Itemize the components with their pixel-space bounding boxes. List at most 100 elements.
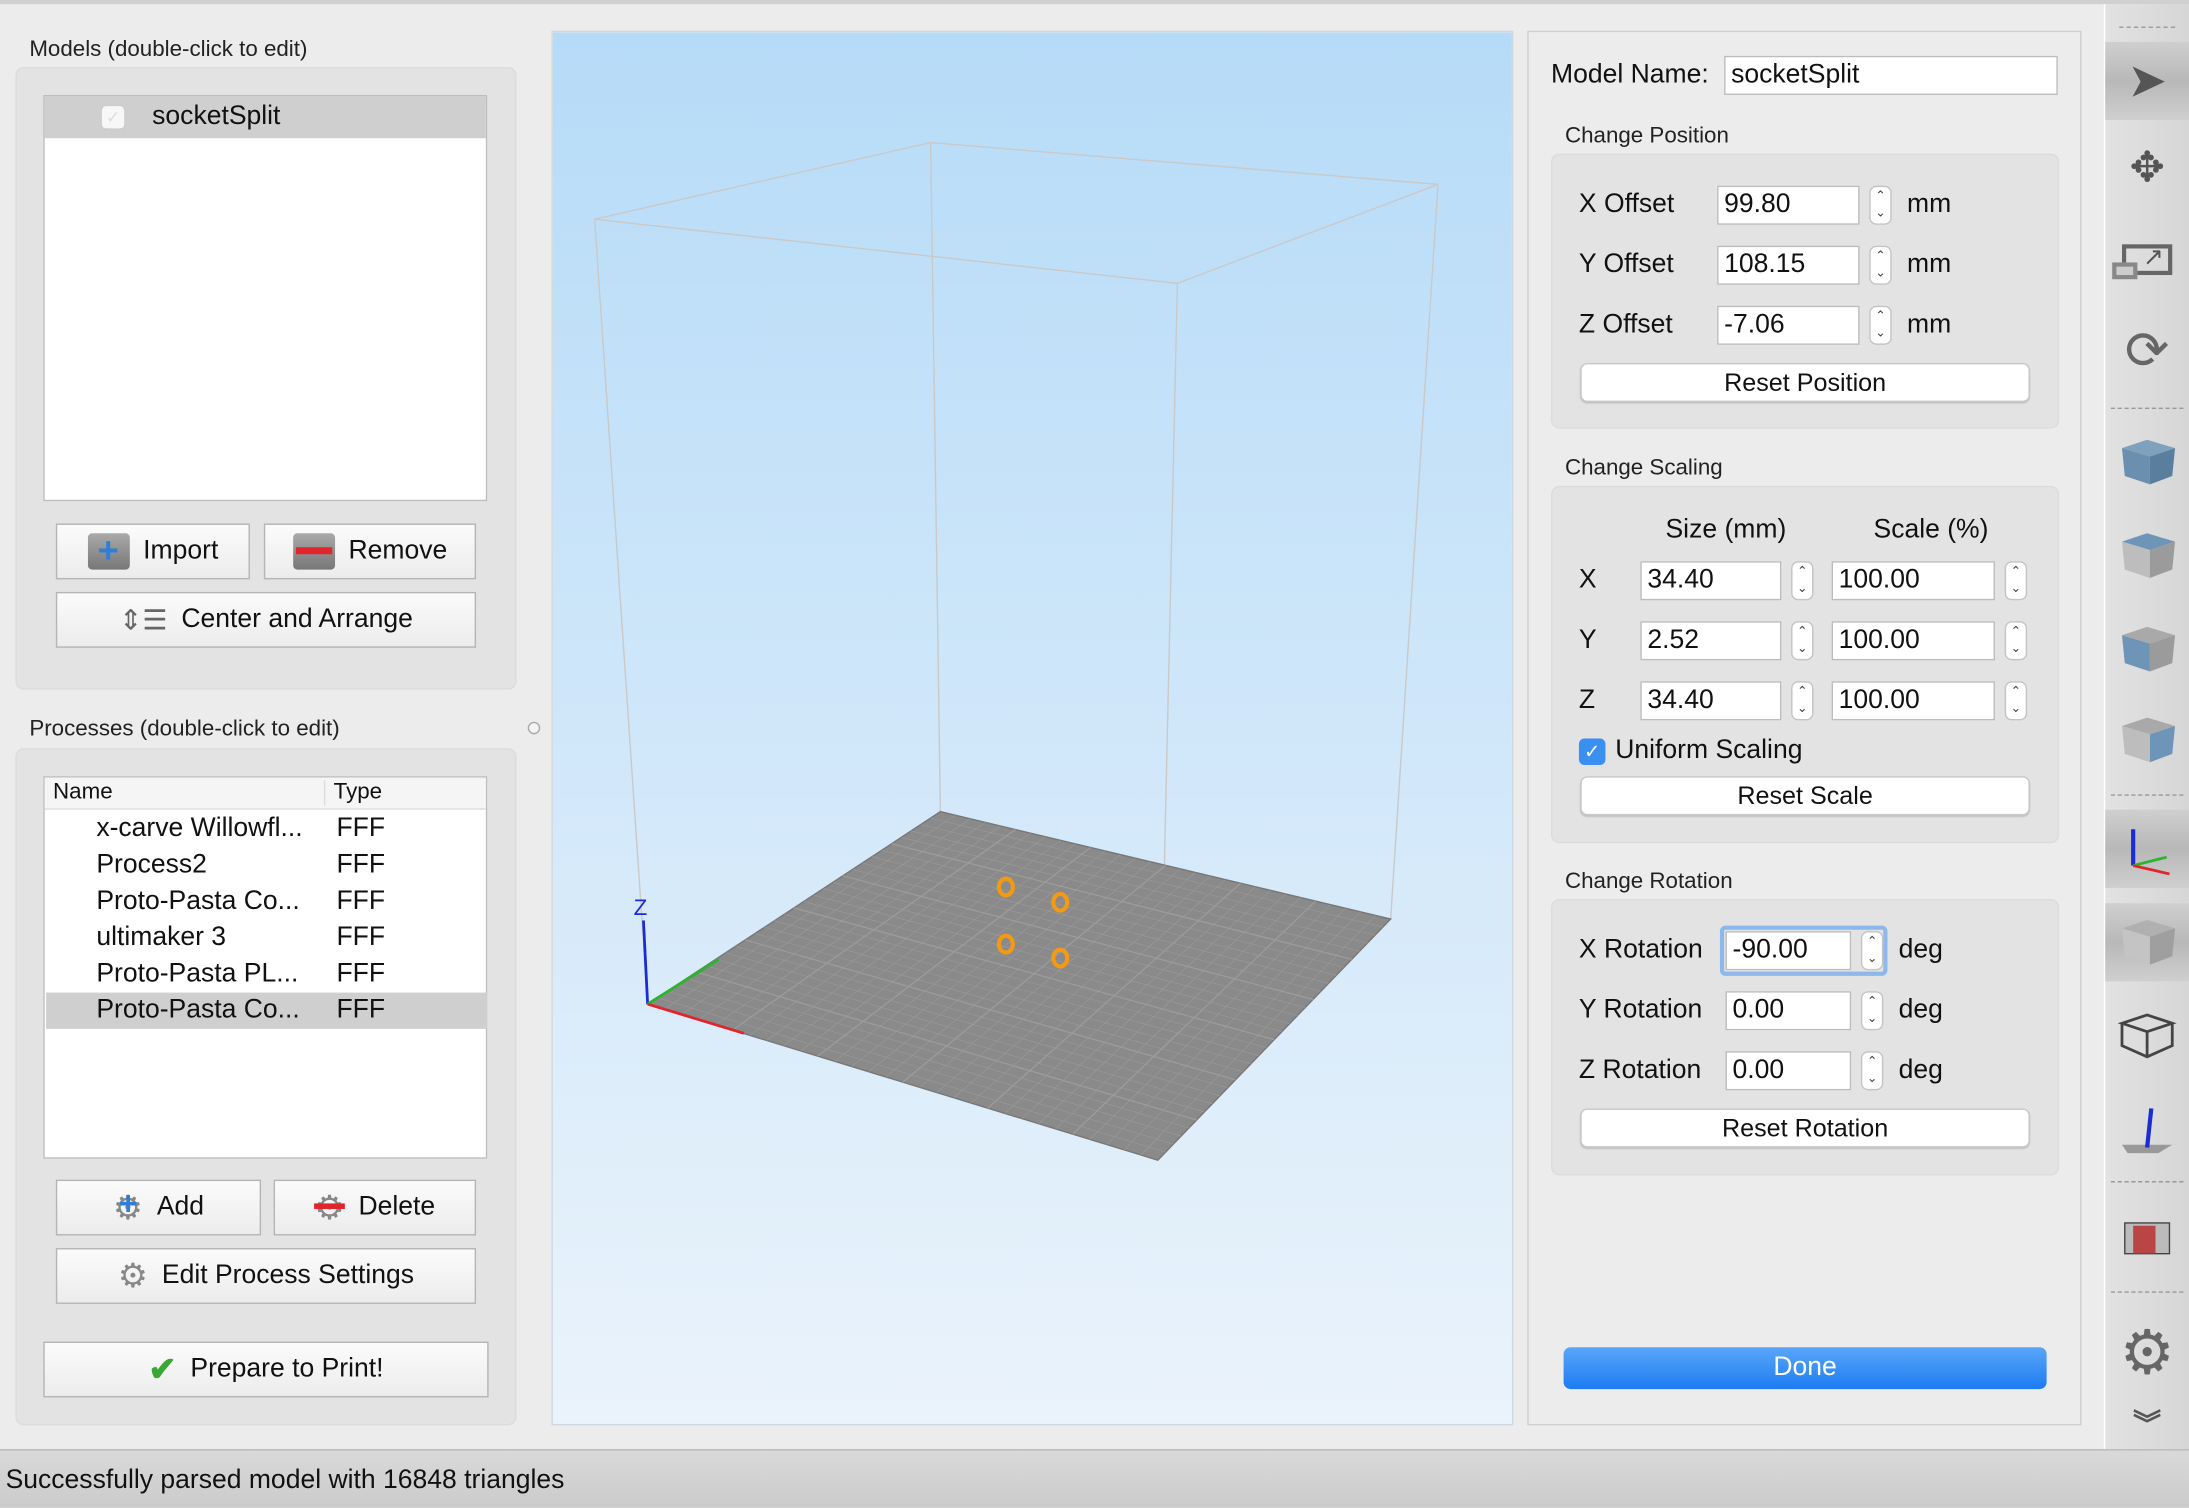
table-header: Name Type [44,777,486,810]
scale-stepper[interactable]: ⌃ ⌄ [2004,681,2028,721]
toolbar-button-view-left[interactable] [2105,610,2189,688]
column-header-type[interactable]: Type [334,780,382,805]
rotation-label: Z Rotation [1578,1055,1702,1085]
done-button[interactable]: Done [1563,1347,2047,1390]
rotation-label: X Rotation [1578,935,1703,965]
process-type: FFF [336,886,386,916]
edit-process-label: Edit Process Settings [161,1260,414,1290]
process-name: Proto-Pasta Co... [96,886,300,916]
wireframe-view-icon [2116,1009,2177,1059]
rotation-input[interactable]: 0.00 [1725,991,1852,1031]
scale-input[interactable]: 100.00 [1831,681,1995,721]
process-row[interactable]: Proto-Pasta Co... FFF [46,992,488,1029]
processes-table[interactable]: Name Type x-carve Willowfl... FFF Process2… [43,776,488,1159]
process-type: FFF [336,922,386,953]
center-arrange-label: Center and Arrange [181,604,413,634]
size-input[interactable]: 2.52 [1640,621,1782,661]
process-type: FFF [336,813,386,844]
scale-input[interactable]: 100.00 [1831,621,1995,661]
toolbar-separator [2110,1291,2184,1293]
offset-input[interactable]: 108.15 [1717,245,1860,285]
toolbar-button-axes[interactable] [2105,809,2189,888]
scale-stepper[interactable]: ⌃ ⌄ [2004,621,2028,661]
import-label: Import [143,536,219,566]
remove-button[interactable]: Remove [263,523,477,580]
toolbar-separator [2110,407,2184,410]
splitter-handle[interactable] [527,721,541,735]
rotation-stepper[interactable]: ⌃ ⌄ [1860,991,1884,1031]
toolbar-button-wireframe-view[interactable] [2105,995,2189,1073]
reset-scale-button[interactable]: Reset Scale [1580,776,2030,816]
gears-icon: ⚙ [117,1257,148,1295]
process-row[interactable]: ultimaker 3 FFF [46,920,487,956]
toolbar-button-select[interactable]: ➤ [2105,41,2189,121]
toolbar-button-view-front[interactable] [2105,517,2189,595]
prepare-label: Prepare to Print! [190,1354,384,1384]
delete-process-button[interactable]: ⚙ Delete [273,1179,477,1236]
size-stepper[interactable]: ⌃ ⌄ [1791,621,1814,661]
process-row[interactable]: Proto-Pasta Co... FFF [46,884,487,920]
toolbar-button-view-right[interactable] [2105,701,2189,779]
scale-input[interactable]: 100.00 [1831,561,1995,601]
offset-label: Z Offset [1578,309,1673,340]
rotation-stepper[interactable]: ⌃ ⌄ [1860,931,1884,971]
axes-icon [2119,821,2175,877]
rotation-input[interactable]: 0.00 [1725,1051,1852,1091]
reset-rotation-button[interactable]: Reset Rotation [1580,1108,2030,1148]
change-rotation-label: Change Rotation [1564,869,1733,894]
offset-stepper[interactable]: ⌃ ⌄ [1869,305,1892,345]
center-arrange-button[interactable]: ⇕☰ Center and Arrange [55,591,477,648]
toolbar-button-settings-gear[interactable]: ⚙ [2105,1314,2189,1392]
size-stepper[interactable]: ⌃ ⌄ [1791,561,1814,601]
column-header-name[interactable]: Name [53,780,113,805]
model-row-socketSplit[interactable]: ✓ socketSplit [44,96,486,139]
offset-stepper[interactable]: ⌃ ⌄ [1869,185,1892,225]
process-row[interactable]: Proto-Pasta PL... FFF [46,956,487,992]
process-name: x-carve Willowfl... [96,813,303,844]
add-process-button[interactable]: ⚙ + Add [55,1179,262,1236]
unit-label: deg [1898,1055,1943,1085]
toolbar-button-normals[interactable] [2105,1089,2189,1167]
size-input[interactable]: 34.40 [1640,561,1782,601]
process-row[interactable]: Process2 FFF [46,847,487,883]
toolbar-button-rotate[interactable]: ⟳ [2105,311,2189,389]
axis-z-label: Z [634,895,648,920]
unit-label: mm [1907,189,1952,220]
checklist-icon: ✔ [148,1350,177,1389]
offset-stepper[interactable]: ⌃ ⌄ [1869,245,1892,285]
prepare-to-print-button[interactable]: ✔ Prepare to Print! [43,1341,489,1398]
process-name: ultimaker 3 [96,922,227,953]
scale-icon: ↗ [2112,243,2173,280]
app-window: Models (double-click to edit) ✓ socketSp… [0,0,2189,1508]
model-name-input[interactable]: socketSplit [1724,55,2058,95]
more-chevron-icon: ︾ [2133,1410,2162,1441]
size-stepper[interactable]: ⌃ ⌄ [1791,681,1814,721]
import-button[interactable]: + Import [55,523,250,580]
toolbar-button-scale[interactable]: ↗ [2105,221,2189,299]
uniform-scaling-checkbox[interactable]: ✓ [1578,738,1606,766]
toolbar-separator [2110,1181,2184,1183]
process-name: Process2 [96,850,207,880]
toolbar-separator [2110,794,2184,796]
edit-process-settings-button[interactable]: ⚙ Edit Process Settings [55,1248,477,1304]
rotation-input[interactable]: -90.00 [1725,931,1852,971]
toolbar-button-view-top[interactable] [2105,423,2189,501]
normals-icon [2116,1097,2177,1158]
rotation-stepper[interactable]: ⌃ ⌄ [1860,1051,1884,1091]
process-row[interactable]: x-carve Willowfl... FFF [46,811,487,847]
toolbar-button-solid-view[interactable] [2105,903,2189,982]
offset-input[interactable]: 99.80 [1717,185,1860,225]
toolbar-button-move[interactable]: ✥ [2105,128,2189,206]
scene-canvas[interactable]: Z [552,32,1512,1424]
model-name-label: Model Name: [1551,60,1709,90]
process-type: FFF [336,995,386,1025]
model-visible-checkbox[interactable]: ✓ [100,104,126,130]
3d-viewport[interactable]: Z [551,30,1514,1426]
toolbar-button-cutaway[interactable] [2105,1198,2189,1276]
reset-position-button[interactable]: Reset Position [1580,362,2030,403]
offset-input[interactable]: -7.06 [1717,305,1860,345]
size-input[interactable]: 34.40 [1640,681,1782,721]
scale-stepper[interactable]: ⌃ ⌄ [2004,561,2028,601]
models-list[interactable]: ✓ socketSplit [43,94,488,502]
process-name: Proto-Pasta PL... [96,959,299,989]
